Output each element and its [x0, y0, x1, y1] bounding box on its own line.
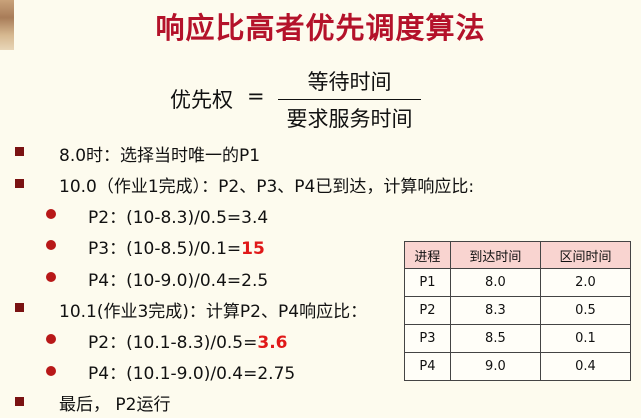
step-line: 8.0时：选择当时唯一的P1 — [59, 146, 261, 166]
column-header: 区间时间 — [539, 241, 632, 269]
calc-line: P4：(10-9.0)/0.4=2.5 — [88, 271, 269, 291]
table-row: P1 8.0 2.0 — [404, 268, 632, 297]
table-cell: 8.0 — [449, 268, 541, 297]
calc-line: P4：(10.1-9.0)/0.4=2.75 — [88, 364, 296, 384]
table-row: P2 8.3 0.5 — [404, 296, 632, 325]
calc-line: P2：(10.1-8.3)/0.5=3.6 — [88, 328, 288, 353]
formula-lhs: 优先权 — [170, 88, 233, 112]
round-bullet-icon — [46, 240, 56, 250]
table-cell: P3 — [404, 324, 451, 353]
table-cell: 0.5 — [539, 296, 632, 325]
round-bullet-icon — [46, 272, 56, 282]
table-cell: 0.4 — [539, 352, 632, 381]
table-cell: P2 — [404, 296, 451, 325]
calc-line: P3：(10-8.5)/0.1=15 — [88, 234, 265, 259]
table-cell: 8.3 — [449, 296, 541, 325]
column-header: 进程 — [404, 241, 451, 269]
formula-denominator: 要求服务时间 — [286, 107, 413, 131]
highlight-value: 3.6 — [257, 333, 288, 353]
column-header: 到达时间 — [449, 241, 541, 269]
square-bullet-icon — [15, 179, 24, 188]
round-bullet-icon — [46, 366, 56, 376]
process-table: 进程 到达时间 区间时间 P1 8.0 2.0 P2 8.3 0.5 P3 8.… — [404, 241, 632, 381]
step-line: 10.1(作业3完成)：计算P2、P4响应比： — [59, 302, 368, 322]
table-cell: 9.0 — [449, 352, 541, 381]
calc-line: P2：(10-8.3)/0.5=3.4 — [88, 208, 269, 228]
table-cell: P4 — [404, 352, 451, 381]
square-bullet-icon — [15, 147, 24, 156]
table-cell: 2.0 — [539, 268, 632, 297]
calc-text: P3：(10-8.5)/0.1= — [88, 239, 242, 259]
table-cell: 0.1 — [539, 324, 632, 353]
slide-title: 响应比高者优先调度算法 — [155, 11, 486, 45]
table-row: P4 9.0 0.4 — [404, 352, 632, 381]
formula-numerator: 等待时间 — [307, 70, 392, 94]
table-row: P3 8.5 0.1 — [404, 324, 632, 353]
table-header-row: 进程 到达时间 区间时间 — [404, 241, 632, 269]
fraction-bar — [278, 99, 421, 100]
formula-equals: = — [247, 84, 265, 108]
square-bullet-icon — [15, 397, 24, 406]
round-bullet-icon — [46, 334, 56, 344]
table-cell: P1 — [404, 268, 451, 297]
highlight-value: 15 — [241, 239, 265, 259]
step-line: 10.0（作业1完成）：P2、P3、P4已到达，计算响应比: — [59, 177, 475, 197]
square-bullet-icon — [15, 303, 24, 312]
round-bullet-icon — [46, 209, 56, 219]
table-cell: 8.5 — [449, 324, 541, 353]
calc-text: P2：(10.1-8.3)/0.5= — [88, 333, 258, 353]
step-line: 最后， P2运行 — [59, 395, 171, 415]
